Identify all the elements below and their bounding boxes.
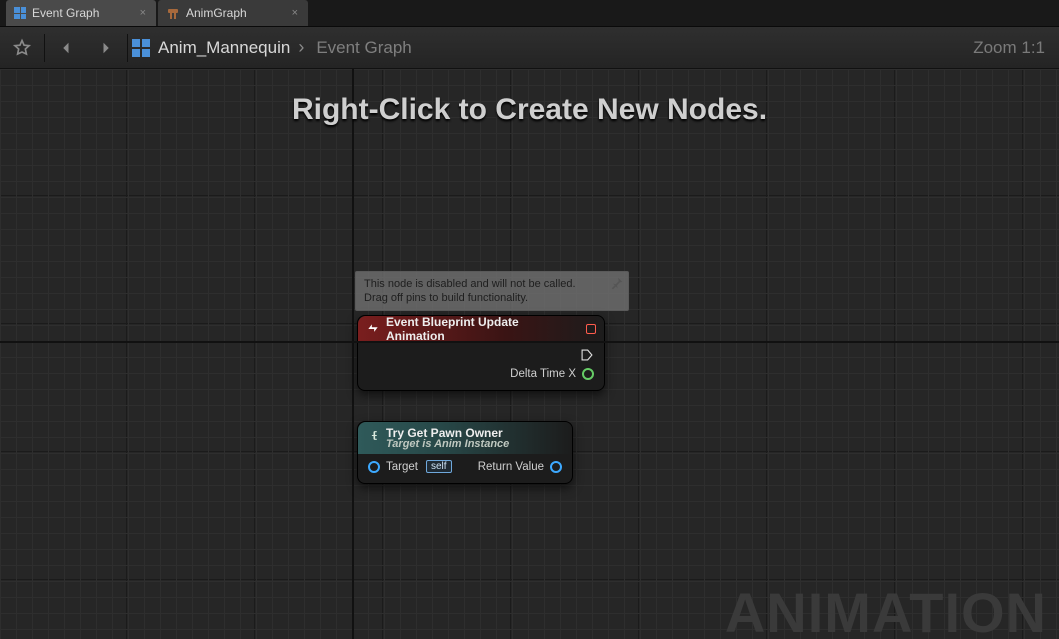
pin-icon [610, 276, 624, 290]
node-header[interactable]: Event Blueprint Update Animation [358, 316, 604, 342]
data-pin-icon [368, 461, 380, 473]
separator [44, 34, 45, 62]
tab-event-graph[interactable]: Event Graph × [6, 0, 156, 26]
event-icon [366, 322, 380, 336]
graph-icon [14, 7, 26, 19]
data-pin-icon [550, 461, 562, 473]
tooltip-line: This node is disabled and will not be ca… [364, 278, 576, 290]
star-icon [12, 38, 32, 58]
tab-label: Event Graph [32, 6, 99, 20]
client-badge-icon [586, 324, 596, 334]
self-chip: self [426, 460, 452, 473]
canvas-hint-text: Right-Click to Create New Nodes. [0, 93, 1059, 127]
nav-back-button[interactable] [49, 30, 85, 66]
breadcrumb-root[interactable]: Anim_Mannequin [158, 38, 290, 58]
node-event-blueprint-update-animation[interactable]: Event Blueprint Update Animation Delta T… [357, 315, 605, 391]
anim-graph-icon [166, 7, 180, 19]
node-header[interactable]: Try Get Pawn Owner Target is Anim Instan… [358, 422, 572, 454]
data-output-pin[interactable]: Return Value [478, 461, 562, 473]
tab-anim-graph[interactable]: AnimGraph × [158, 0, 308, 26]
pin-label: Target [386, 461, 418, 473]
node-body: Delta Time X [358, 342, 604, 390]
arrow-right-icon [96, 39, 114, 57]
tab-bar: Event Graph × AnimGraph × [0, 0, 1059, 27]
breadcrumb: Anim_Mannequin › Event Graph [132, 37, 412, 58]
node-try-get-pawn-owner[interactable]: Try Get Pawn Owner Target is Anim Instan… [357, 421, 573, 484]
node-subtitle: Target is Anim Instance [386, 438, 509, 450]
tooltip-line: Drag off pins to build functionality. [364, 292, 528, 304]
exec-output-pin[interactable] [368, 348, 594, 362]
pin-label: Return Value [478, 461, 544, 473]
graph-toolbar: Anim_Mannequin › Event Graph Zoom 1:1 [0, 27, 1059, 69]
arrow-left-icon [58, 39, 76, 57]
graph-watermark: ANIMATION [725, 580, 1047, 639]
data-output-pin[interactable]: Delta Time X [368, 368, 594, 380]
favorite-button[interactable] [4, 30, 40, 66]
tab-label: AnimGraph [186, 6, 247, 20]
node-title: Event Blueprint Update Animation [386, 315, 580, 343]
graph-icon [132, 39, 150, 57]
data-input-pin[interactable]: Target self [368, 460, 452, 473]
close-icon[interactable]: × [290, 7, 300, 19]
separator [127, 34, 128, 62]
close-icon[interactable]: × [138, 7, 148, 19]
breadcrumb-current: Event Graph [316, 38, 411, 58]
function-icon [366, 428, 380, 442]
exec-pin-icon [580, 348, 594, 362]
data-pin-icon [582, 368, 594, 380]
chevron-right-icon: › [298, 37, 304, 58]
pin-label: Delta Time X [510, 368, 576, 380]
zoom-indicator: Zoom 1:1 [973, 38, 1055, 58]
node-body: Target self Return Value [358, 454, 572, 483]
graph-canvas[interactable]: Right-Click to Create New Nodes. ANIMATI… [0, 69, 1059, 639]
nav-forward-button[interactable] [87, 30, 123, 66]
node-disabled-tooltip: This node is disabled and will not be ca… [355, 271, 629, 311]
